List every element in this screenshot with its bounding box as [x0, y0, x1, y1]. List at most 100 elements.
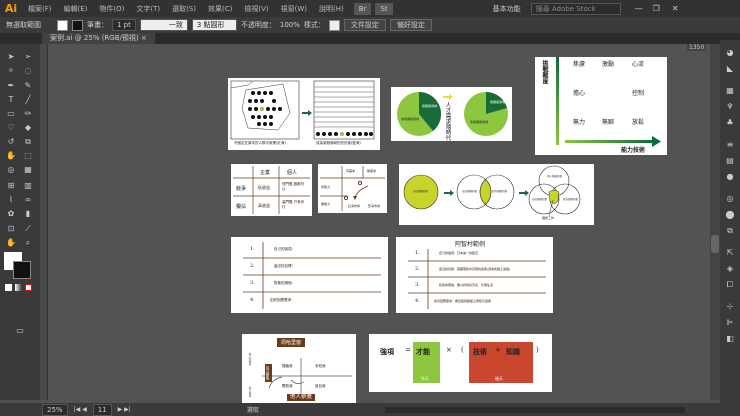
artboard-market-grid[interactable]: 有需求 無需求 有能力 無能力 紅海市場 藍海市場 — [318, 164, 387, 213]
scrollbar-thumb[interactable] — [711, 235, 719, 253]
artboard-venn[interactable]: 自己想做的事 自己想做的事 對方想要的事 別人能做的事 自己想做的事 對方想要的… — [399, 164, 594, 225]
menu-select[interactable]: 選取(S) — [172, 4, 196, 14]
stroke-panel-icon[interactable]: ≡ — [724, 140, 736, 150]
brushes-icon[interactable]: ♆ — [724, 102, 736, 112]
type-tool-icon[interactable]: T — [5, 95, 17, 105]
artboard-tool-icon[interactable]: ⊡ — [5, 224, 17, 234]
direct-selection-tool-icon[interactable]: ➢ — [22, 52, 34, 62]
menu-object[interactable]: 物件(O) — [99, 4, 124, 14]
status-mode[interactable]: 選取 — [247, 405, 259, 414]
preferences-button[interactable]: 偏好設定 — [389, 19, 432, 31]
none-mode-icon[interactable] — [25, 284, 32, 291]
artboards-icon[interactable]: ⧠ — [724, 280, 736, 290]
perspective-icon[interactable]: ▦ — [22, 165, 34, 175]
stroke-color[interactable] — [13, 261, 31, 279]
vertical-scrollbar[interactable] — [710, 44, 720, 400]
cell-low-profit: 低收益 — [258, 185, 270, 190]
minimize-button[interactable]: — — [635, 4, 643, 13]
change-screen-mode-icon[interactable]: ▭ — [14, 326, 26, 336]
menu-effect[interactable]: 效果(C) — [208, 4, 232, 14]
color-guide-icon[interactable]: ◣ — [724, 64, 736, 74]
curvature-icon[interactable]: ✎ — [22, 81, 34, 91]
document-setup-button[interactable]: 文件設定 — [343, 19, 386, 31]
artboard-worksheet[interactable]: 1. 自己的強項： 2. 還沒的目標： 3. 對象的煩惱： 4. 如何回應需求： — [231, 237, 388, 313]
workspace-switcher[interactable]: 基本功能 — [493, 4, 521, 14]
pen-tool-icon[interactable]: ✒ — [5, 81, 17, 91]
export-icon[interactable]: ⇱ — [724, 248, 736, 258]
scale-icon[interactable]: ⧉ — [22, 137, 34, 147]
menu-window[interactable]: 視窗(W) — [281, 4, 307, 14]
pathfinder-icon[interactable]: ◧ — [724, 334, 736, 344]
color-panel-icon[interactable]: ◕ — [724, 48, 736, 58]
magic-wand-icon[interactable]: ✧ — [5, 66, 17, 76]
stroke-weight-input[interactable]: 1 pt — [112, 19, 136, 31]
rectangle-tool-icon[interactable]: ▭ — [5, 109, 17, 119]
eraser-icon[interactable]: ◆ — [22, 123, 34, 133]
fill-swatch[interactable] — [57, 19, 68, 31]
menu-help[interactable]: 說明(H) — [319, 4, 344, 14]
restore-button[interactable]: ❐ — [653, 4, 660, 13]
layers-icon[interactable]: ◈ — [724, 264, 736, 274]
document-tab[interactable]: 案例.ai @ 25% (RGB/預視) × — [42, 33, 155, 44]
opacity-input[interactable]: 100% — [280, 21, 300, 29]
shape-builder-icon[interactable]: ◎ — [5, 165, 17, 175]
artboard-achi-example[interactable]: 阿智村範例 1. 自己的強項：日本第一的星空 2. 還沒的目標：首都圈和中京圈的… — [396, 237, 553, 313]
line-tool-icon[interactable]: ╱ — [22, 95, 34, 105]
menu-file[interactable]: 檔案(F) — [28, 4, 52, 14]
red-ocean-caption: 不固定在原本的人群中就業(紅海) — [234, 141, 286, 145]
venn2-right-label: 對方想要的事 — [492, 190, 508, 193]
horizontal-scrollbar[interactable] — [384, 406, 685, 413]
stock-button[interactable]: St — [375, 2, 393, 15]
eyedropper-icon[interactable]: ⌇ — [5, 195, 17, 205]
artboard-competition-grid[interactable]: 企業 個人 競爭 獨佔 低收益 低門檻 誰都可以 高收益 高門檻 只有你行 — [231, 164, 312, 216]
artboard-pie-charts[interactable]: 非我擅長領域 我擅長領域 人才需求隨時代 非我擅長領域 我擅長領域 — [391, 87, 512, 141]
symbols-icon[interactable]: ♣ — [724, 118, 736, 128]
zoom-select[interactable]: 25% — [42, 403, 68, 416]
artboard-flow-diagram[interactable]: 挑戰難度 能力技術 焦慮 激勵 心流 擔心 控制 無力 無聊 放鬆 — [535, 57, 667, 155]
brush-select[interactable]: 3 點圓形 — [191, 19, 237, 31]
stroke-swatch[interactable] — [72, 19, 83, 31]
line-style-select[interactable]: 一致 — [139, 19, 188, 31]
hand-tool-icon[interactable]: ✋ — [5, 238, 17, 248]
lasso-icon[interactable]: ◌ — [22, 66, 34, 76]
symbol-sprayer-icon[interactable]: ✿ — [5, 209, 17, 219]
next-artboard-icon[interactable]: ▶ ▶| — [118, 406, 131, 413]
transform-icon[interactable]: ⊹ — [724, 302, 736, 312]
johari-title: 周哈里窗 — [277, 338, 306, 347]
prev-artboard-icon[interactable]: |◀ ◀ — [74, 406, 87, 413]
artboard-number-input[interactable]: 11 — [92, 403, 112, 416]
talent-label: 才能 — [416, 347, 430, 356]
transparency-icon[interactable]: ● — [724, 172, 736, 182]
menu-view[interactable]: 檢視(V) — [244, 4, 268, 14]
gradient-mode-icon[interactable] — [15, 284, 22, 291]
stock-search-input[interactable]: 搜尋 Adobe Stock — [530, 2, 621, 15]
swatches-icon[interactable]: ▦ — [724, 86, 736, 96]
blend-icon[interactable]: ∞ — [22, 195, 34, 205]
close-tab-icon[interactable]: × — [141, 34, 147, 42]
artboard-red-blue-ocean[interactable]: 不固定在原本的人群中就業(紅海) 成為某個領域的佼佼者(藍海) — [228, 78, 380, 150]
mesh-icon[interactable]: ⊞ — [5, 181, 17, 191]
menu-edit[interactable]: 編輯(E) — [64, 4, 88, 14]
warp-icon[interactable]: ✋ — [5, 151, 17, 161]
graphic-styles-icon[interactable]: ⬤ — [724, 210, 736, 220]
shaper-icon[interactable]: ♡ — [5, 123, 17, 133]
asset-export-icon[interactable]: ⧉ — [724, 226, 736, 236]
appearance-icon[interactable]: ◎ — [724, 194, 736, 204]
slice-tool-icon[interactable]: ⟋ — [22, 224, 34, 234]
artboard-johari-window[interactable]: 周哈里窗 隱藏我 未知我 開放我 盲目我 自己察覺 他人察覺 他人不知道 他人知… — [242, 334, 356, 403]
style-swatch[interactable] — [328, 19, 340, 31]
close-window-button[interactable]: ✕ — [672, 4, 679, 13]
zoom-tool-icon[interactable]: ⌕ — [22, 238, 34, 248]
gradient-panel-icon[interactable]: ▤ — [724, 156, 736, 166]
bridge-button[interactable]: Br — [353, 2, 372, 15]
align-icon[interactable]: ⊫ — [724, 318, 736, 328]
graph-tool-icon[interactable]: ▮ — [22, 209, 34, 219]
menu-type[interactable]: 文字(T) — [136, 4, 160, 14]
artboard-strength-formula[interactable]: 強項 = 才能 × ( 技術 + 知識 ) 先天 後天 — [369, 334, 552, 392]
paintbrush-icon[interactable]: ✏ — [22, 109, 34, 119]
gradient-icon[interactable]: ▥ — [22, 181, 34, 191]
rotate-icon[interactable]: ↺ — [5, 137, 17, 147]
selection-tool-icon[interactable]: ➤ — [5, 52, 17, 62]
free-transform-icon[interactable]: ⬚ — [22, 151, 34, 161]
color-mode-icon[interactable] — [5, 284, 12, 291]
